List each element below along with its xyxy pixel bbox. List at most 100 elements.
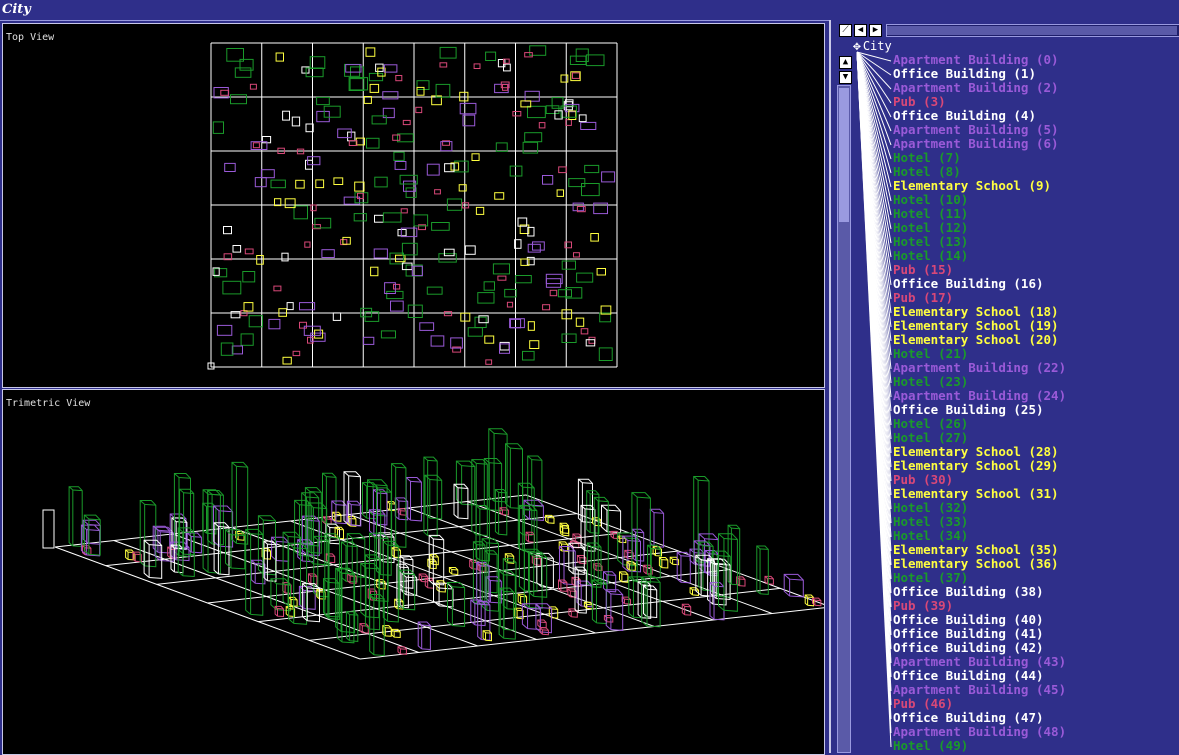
tree-node[interactable]: Apartment Building (0) [893, 53, 1059, 67]
tree-node[interactable]: Office Building (42) [893, 641, 1044, 655]
tree-node[interactable]: Office Building (38) [893, 585, 1044, 599]
building-footprint [296, 180, 305, 188]
building-edge [140, 500, 144, 504]
tree-node[interactable]: Elementary School (28) [893, 445, 1059, 459]
tree-node[interactable]: Hotel (26) [893, 417, 968, 431]
building-footprint [253, 143, 259, 148]
tree-node[interactable]: Hotel (32) [893, 501, 968, 515]
tree-node[interactable]: Pub (39) [893, 599, 953, 613]
building-footprint [436, 84, 450, 97]
building-footprint [523, 351, 535, 360]
building-footprint [486, 52, 496, 60]
building-footprint [316, 180, 324, 188]
building-box [677, 552, 690, 583]
building-edge [180, 489, 184, 493]
tree-node[interactable]: Hotel (13) [893, 235, 968, 249]
tree-node[interactable]: Elementary School (29) [893, 459, 1059, 473]
trimetric-view-canvas[interactable] [3, 390, 824, 754]
building-footprint [213, 122, 223, 133]
building-footprint [420, 323, 434, 331]
tree-node[interactable]: Elementary School (20) [893, 333, 1059, 347]
top-view-canvas[interactable] [3, 24, 824, 387]
tree-node[interactable]: Hotel (23) [893, 375, 968, 389]
tree-node[interactable]: Office Building (25) [893, 403, 1044, 417]
tree-node[interactable]: Hotel (37) [893, 571, 968, 585]
tree-node[interactable]: Elementary School (35) [893, 543, 1059, 557]
tree-node[interactable]: Pub (15) [893, 263, 953, 277]
tree-node[interactable]: Elementary School (19) [893, 319, 1059, 333]
tree-node[interactable]: Hotel (8) [893, 165, 961, 179]
tree-node[interactable]: Apartment Building (24) [893, 389, 1066, 403]
top-view-pane[interactable]: Top View [2, 23, 825, 388]
tree-node[interactable]: Elementary School (31) [893, 487, 1059, 501]
building-edge [326, 477, 336, 478]
tree-node[interactable]: Apartment Building (43) [893, 655, 1066, 669]
building-edge [596, 584, 606, 585]
tree-node[interactable]: Hotel (21) [893, 347, 968, 361]
building-edge [487, 543, 499, 544]
building-footprint [374, 249, 387, 258]
tree-node[interactable]: Elementary School (36) [893, 557, 1059, 571]
building-edge [263, 520, 275, 521]
tree-node[interactable]: Hotel (11) [893, 207, 968, 221]
building-footprint [495, 193, 504, 200]
tree-node[interactable]: Apartment Building (48) [893, 725, 1066, 739]
building-box [272, 537, 289, 561]
tree-node[interactable]: Hotel (12) [893, 221, 968, 235]
building-footprint [550, 290, 557, 295]
tree-node[interactable]: Office Building (47) [893, 711, 1044, 725]
building-footprint [579, 115, 586, 122]
tree-node[interactable]: Hotel (14) [893, 249, 968, 263]
building-box [629, 577, 645, 618]
building-edge [506, 444, 511, 448]
building-edge [283, 532, 288, 536]
tree-root[interactable]: ✥City [853, 39, 892, 54]
tree-node[interactable]: Apartment Building (5) [893, 123, 1059, 137]
building-edge [351, 505, 361, 506]
tree-node[interactable]: Elementary School (9) [893, 179, 1051, 193]
building-edge [489, 429, 494, 434]
tree-node[interactable]: Apartment Building (6) [893, 137, 1059, 151]
building-footprint [510, 319, 525, 328]
tree-node[interactable]: Elementary School (18) [893, 305, 1059, 319]
tree-node[interactable]: Pub (17) [893, 291, 953, 305]
building-edge [295, 500, 300, 504]
building-edge [208, 494, 220, 495]
move-icon[interactable]: ✥ [853, 39, 861, 54]
building-footprint [408, 305, 422, 317]
building-footprint [249, 316, 262, 327]
trimetric-view-pane[interactable]: Trimetric View [2, 389, 825, 755]
building-edge [383, 536, 394, 537]
building-edge [790, 579, 804, 580]
tree-node[interactable]: Pub (3) [893, 95, 946, 109]
tree-node[interactable]: Pub (46) [893, 697, 953, 711]
tree-node[interactable]: Office Building (41) [893, 627, 1044, 641]
tree-node[interactable]: Hotel (33) [893, 515, 968, 529]
building-edge [314, 536, 318, 540]
tree-node[interactable]: Pub (30) [893, 473, 953, 487]
tree-node[interactable]: Apartment Building (2) [893, 81, 1059, 95]
building-edge [458, 488, 468, 489]
building-footprint [599, 348, 612, 361]
tree-node[interactable]: Hotel (10) [893, 193, 968, 207]
building-edge [456, 461, 461, 466]
building-footprint [602, 172, 615, 182]
tree-node[interactable]: Hotel (7) [893, 151, 961, 165]
tree-node[interactable]: Office Building (4) [893, 109, 1036, 123]
building-footprint [525, 133, 542, 142]
tree-node[interactable]: Apartment Building (22) [893, 361, 1066, 375]
tree-node[interactable]: Hotel (27) [893, 431, 968, 445]
tree-node[interactable]: Hotel (49) [893, 739, 968, 753]
tree-node[interactable]: Office Building (16) [893, 277, 1044, 291]
building-footprint [468, 328, 482, 337]
tree-node[interactable]: Apartment Building (45) [893, 683, 1066, 697]
building-edge [480, 565, 489, 566]
building-edge [581, 505, 585, 508]
tree-node[interactable]: Office Building (40) [893, 613, 1044, 627]
tree-node[interactable]: Office Building (44) [893, 669, 1044, 683]
building-footprint [294, 206, 308, 219]
building-footprint [444, 249, 454, 256]
tree-node[interactable]: Office Building (1) [893, 67, 1036, 81]
building-edge [374, 598, 384, 599]
tree-node[interactable]: Hotel (34) [893, 529, 968, 543]
